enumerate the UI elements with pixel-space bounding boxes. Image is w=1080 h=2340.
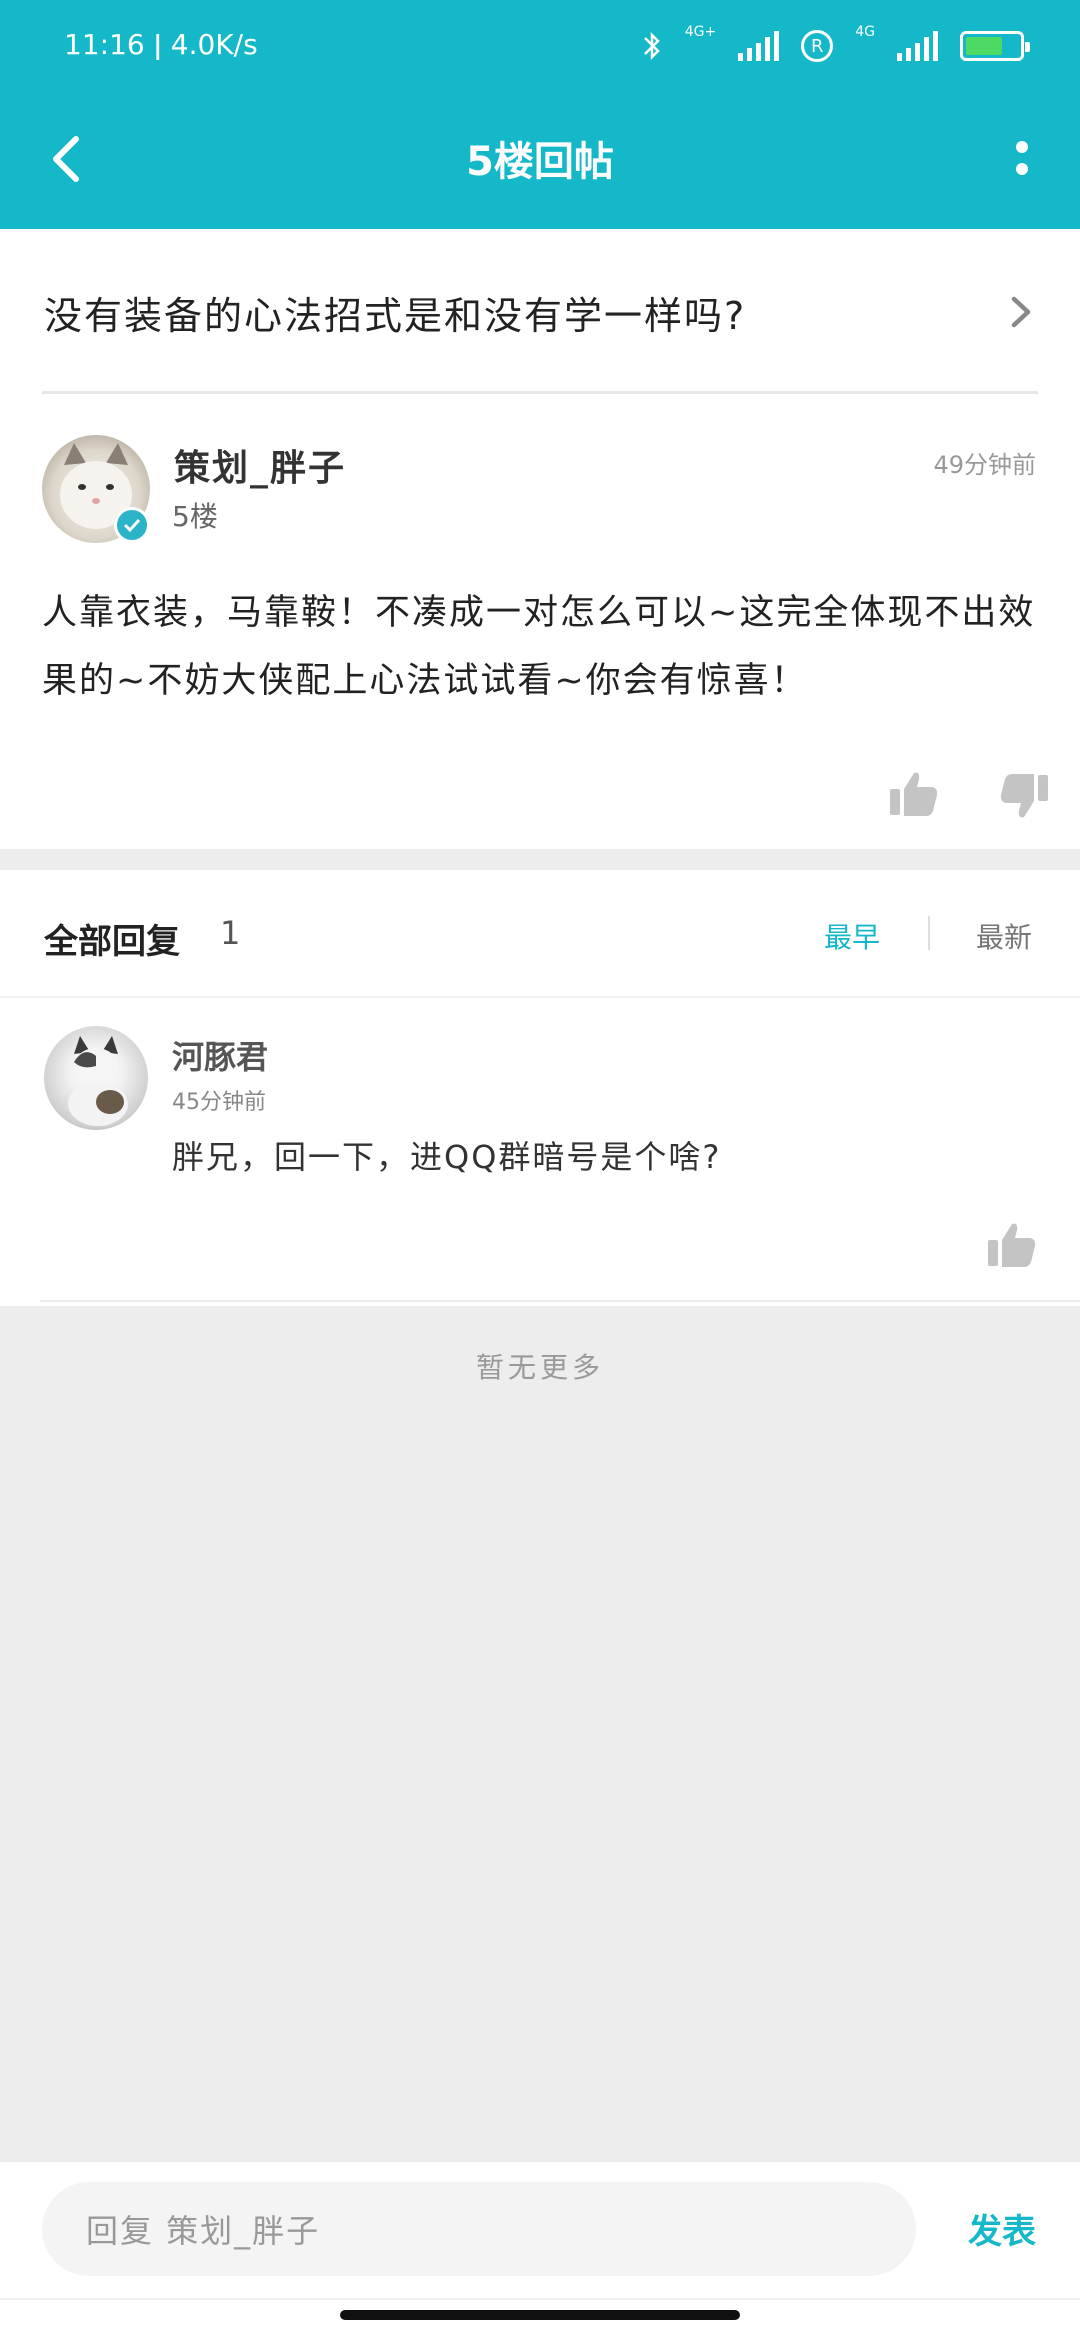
status-time: 11:16: [64, 28, 145, 61]
network-4g-plus-label: 4G+: [684, 24, 717, 40]
divider: [0, 2298, 1080, 2300]
home-indicator[interactable]: [340, 2310, 740, 2320]
sort-newest-tab[interactable]: 最新: [976, 916, 1032, 956]
signal-icon: [738, 31, 780, 61]
roaming-icon: R: [801, 30, 834, 62]
topic-title: 没有装备的心法招式是和没有学一样吗?: [44, 294, 747, 338]
battery-icon: [960, 31, 1030, 61]
reply-input[interactable]: 回复 策划_胖子: [42, 2182, 916, 2276]
sort-earliest-tab[interactable]: 最早: [824, 916, 880, 956]
post-time: 49分钟前: [933, 451, 1036, 479]
post-content: 人靠衣装，马靠鞍！不凑成一对怎么可以~这完全体现不出效果的~不妨大侠配上心法试试…: [42, 593, 1036, 701]
status-bar: 11:16 ǀ 4.0K/s 4G+ R 4G: [0, 0, 1080, 95]
checkmark-icon: [123, 518, 141, 533]
reply-author-name[interactable]: 河豚君: [172, 1032, 268, 1078]
reply-composer: 回复 策划_胖子 发表: [0, 2162, 1080, 2340]
verified-badge-icon: [114, 507, 150, 543]
no-more-label: 暂无更多: [475, 1351, 604, 1384]
reply-time: 45分钟前: [172, 1090, 266, 1115]
topic-link[interactable]: 没有装备的心法招式是和没有学一样吗?: [0, 229, 1080, 391]
sort-divider: [928, 916, 930, 950]
more-dot-icon: [1016, 141, 1028, 153]
divider: [42, 391, 1038, 394]
nav-bar: 5楼回帖: [0, 95, 1080, 229]
page-title: 5楼回帖: [466, 139, 614, 185]
divider: [0, 996, 1080, 998]
send-button[interactable]: 发表: [968, 2204, 1036, 2253]
thumbs-up-icon[interactable]: [886, 765, 942, 821]
thumbs-down-icon[interactable]: [996, 771, 1052, 827]
status-separator: ǀ: [153, 28, 162, 61]
reply-content: 胖兄，回一下，进QQ群暗号是个啥?: [172, 1138, 722, 1176]
more-options-button[interactable]: [992, 123, 1052, 193]
more-dot-icon: [1016, 163, 1028, 175]
status-time-speed: 11:16 ǀ 4.0K/s: [64, 28, 258, 61]
replies-title: 全部回复: [44, 922, 180, 962]
author-name[interactable]: 策划_胖子: [174, 439, 346, 491]
floor-label: 5楼: [172, 500, 218, 533]
chevron-right-icon: [1011, 296, 1031, 328]
thumbs-up-icon[interactable]: [984, 1216, 1040, 1272]
reply-author-avatar[interactable]: [44, 1026, 148, 1130]
status-icons: 4G+ R 4G: [641, 24, 1030, 66]
network-4g-label: 4G: [855, 24, 875, 40]
status-speed: 4.0K/s: [170, 28, 258, 61]
cat-avatar-image: [68, 1036, 128, 1126]
post-card: 没有装备的心法招式是和没有学一样吗? 策划_胖子 5楼 49分钟前 人靠衣装，马…: [0, 229, 1080, 849]
divider: [40, 1300, 1080, 1302]
signal-icon-2: [897, 31, 938, 61]
replies-section: 全部回复 1 最早 最新 河豚君 45分钟前 胖兄，回一下，进QQ群暗号是个啥?: [0, 870, 1080, 1306]
replies-count: 1: [220, 914, 241, 952]
bluetooth-icon: [643, 31, 660, 61]
battery-level-fill: [966, 37, 1003, 55]
